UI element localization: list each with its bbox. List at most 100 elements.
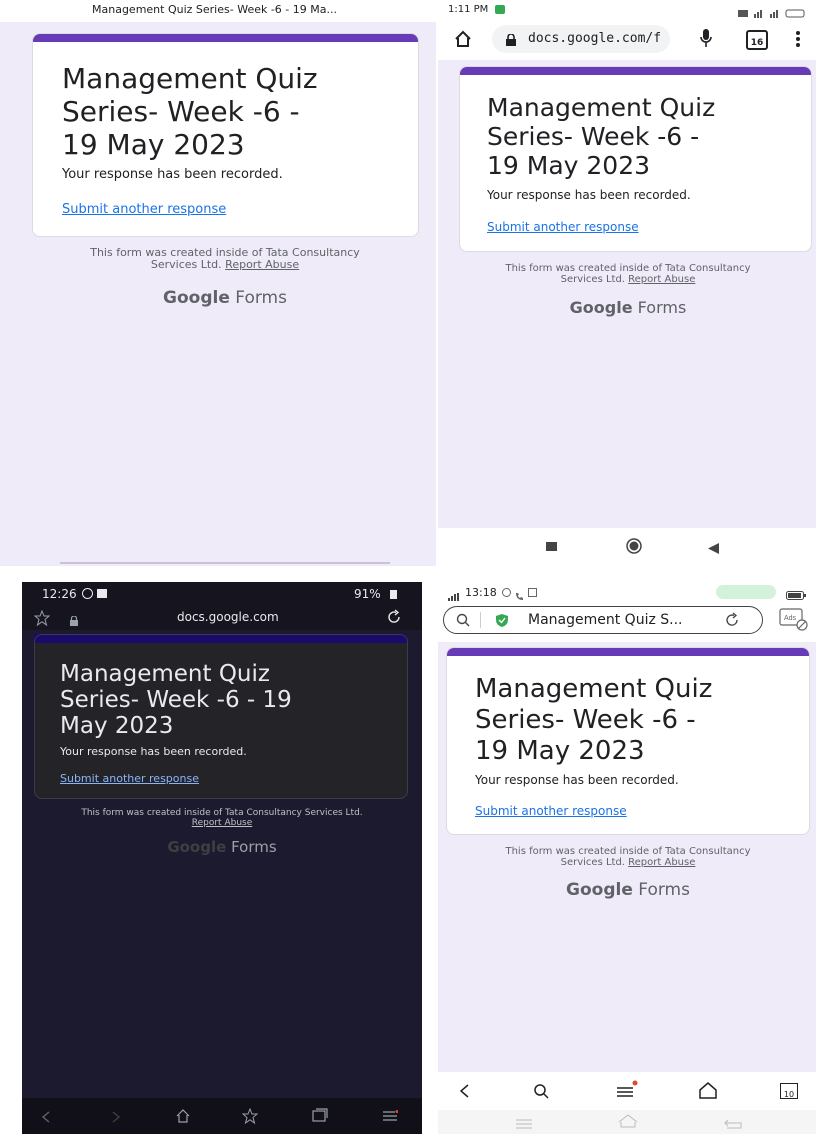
reload-icon[interactable] — [386, 609, 402, 625]
status-time: 13:18 — [465, 586, 497, 599]
status-time: 1:11 PM — [448, 4, 489, 15]
logo-forms: Forms — [637, 298, 687, 317]
submit-another-link[interactable]: Submit another response — [475, 804, 627, 818]
status-bar: 1:11 PM — [438, 0, 816, 20]
lock-icon — [506, 33, 516, 46]
status-bar: 13:18 — [438, 582, 816, 602]
adblock-icon[interactable]: Ads — [779, 608, 809, 632]
response-recorded-text: Your response has been recorded. — [62, 167, 283, 182]
image-icon — [97, 589, 107, 598]
menu-icon[interactable] — [382, 1109, 399, 1121]
browser-bottom-bar — [22, 1098, 422, 1134]
response-recorded-text: Your response has been recorded. — [487, 188, 691, 202]
tabs-icon[interactable]: 16 — [746, 30, 768, 50]
search-icon[interactable] — [456, 613, 470, 627]
report-abuse-link[interactable]: Report Abuse — [192, 818, 253, 828]
footer-line-2-text: Services Ltd. — [560, 857, 629, 868]
logo-forms: Forms — [638, 880, 690, 900]
tab-title-text[interactable]: Management Quiz S... — [528, 612, 683, 628]
home-icon[interactable] — [175, 1108, 191, 1124]
form-card: Management Quiz Series- Week -6 - 19 May… — [446, 647, 810, 835]
form-title-line-2: Series- Week -6 - — [62, 95, 300, 128]
form-footer-note: This form was created inside of Tata Con… — [468, 263, 788, 285]
form-card: Management Quiz Series- Week -6 - 19 May… — [34, 634, 408, 799]
submit-another-link[interactable]: Submit another response — [60, 772, 199, 785]
form-title-line-1: Management Quiz — [60, 661, 270, 687]
status-time: 12:26 — [42, 587, 77, 601]
submit-another-link[interactable]: Submit another response — [62, 202, 226, 217]
screenshot-bottom-right: 13:18 Management Quiz S... Ads Managemen… — [438, 582, 816, 1134]
tab-title-bar: Management Quiz Series- Week -6 - 19 Ma.… — [0, 0, 436, 22]
tabs-icon[interactable] — [312, 1108, 328, 1122]
tab-count: 16 — [750, 38, 764, 48]
back-icon[interactable] — [459, 1084, 469, 1098]
star-icon[interactable] — [33, 609, 51, 627]
form-title-line-3: 19 May 2023 — [475, 736, 645, 766]
battery-level: 91% — [354, 587, 381, 601]
url-divider — [480, 612, 481, 628]
battery-icon — [390, 590, 397, 599]
recents-icon[interactable] — [516, 1116, 532, 1129]
footer-line-1: This form was created inside of Tata Con… — [505, 263, 751, 274]
reload-icon[interactable] — [724, 612, 740, 628]
logo-google: Google — [163, 288, 230, 308]
tab-count: 10 — [783, 1090, 795, 1099]
form-title-line-1: Management Quiz — [487, 93, 716, 122]
more-icon[interactable] — [796, 30, 800, 48]
footer-line-1: This form was created inside of Tata Con… — [81, 808, 363, 818]
report-abuse-link[interactable]: Report Abuse — [628, 857, 695, 868]
status-bar: 12:26 91% — [22, 582, 422, 606]
form-title-line-2: Series- Week -6 - — [487, 122, 700, 151]
network-icon — [448, 588, 462, 601]
footer-line-2-text: Services Ltd. — [150, 258, 226, 271]
google-forms-logo: Google Forms — [32, 838, 412, 856]
tabs-icon[interactable]: 10 — [780, 1083, 798, 1099]
url-text[interactable]: docs.google.com/f — [528, 31, 661, 46]
form-title-line-3: May 2023 — [60, 713, 174, 739]
signal-icons — [738, 5, 808, 18]
browser-bottom-bar: 10 — [438, 1072, 816, 1110]
home-circle-icon[interactable] — [626, 538, 642, 554]
form-footer-note: This form was created inside of Tata Con… — [40, 247, 410, 271]
forward-icon[interactable] — [112, 1110, 121, 1123]
form-accent-bar — [33, 34, 418, 42]
screenshot-top-left: Management Quiz Series- Week -6 - 19 Ma.… — [0, 0, 436, 566]
image-icon — [528, 588, 537, 597]
menu-icon[interactable] — [616, 1080, 638, 1100]
url-text[interactable]: docs.google.com — [177, 610, 279, 624]
screenshot-top-right: 1:11 PM docs.google.com/f 16 Management … — [438, 0, 816, 566]
google-forms-logo: Google Forms — [458, 880, 798, 900]
logo-forms: Forms — [235, 288, 287, 308]
footer-line-2: Services Ltd. Report Abuse — [458, 857, 798, 868]
back-icon[interactable] — [708, 541, 719, 554]
form-card: Management Quiz Series- Week -6 - 19 May… — [459, 66, 812, 252]
form-footer-note: This form was created inside of Tata Con… — [32, 808, 412, 828]
back-icon[interactable] — [724, 1116, 742, 1129]
response-recorded-text: Your response has been recorded. — [475, 773, 679, 787]
url-bar[interactable]: docs.google.com/f — [492, 25, 670, 53]
tab-title[interactable]: Management Quiz Series- Week -6 - 19 Ma.… — [92, 3, 337, 16]
mic-icon[interactable] — [700, 29, 712, 49]
shield-icon — [496, 614, 508, 627]
google-forms-logo: Google Forms — [40, 288, 410, 308]
home-icon[interactable] — [454, 30, 472, 48]
form-title-line-2: Series- Week -6 - 19 — [60, 687, 292, 713]
back-icon[interactable] — [41, 1110, 50, 1123]
report-abuse-link[interactable]: Report Abuse — [225, 258, 299, 271]
whatsapp-icon — [82, 588, 93, 599]
notification-icon — [495, 5, 505, 14]
screenshot-bottom-left: 12:26 91% docs.google.com Management Qui… — [22, 582, 422, 1134]
bookmarks-icon[interactable] — [241, 1107, 259, 1125]
browser-toolbar: Management Quiz S... Ads — [438, 602, 816, 642]
form-title-line-3: 19 May 2023 — [487, 151, 651, 180]
submit-another-link[interactable]: Submit another response — [487, 220, 639, 234]
form-accent-bar-inner — [35, 635, 407, 643]
logo-forms: Forms — [231, 838, 277, 856]
home-icon[interactable] — [699, 1082, 717, 1099]
url-bar[interactable]: Management Quiz S... — [443, 606, 763, 634]
search-icon[interactable] — [533, 1083, 549, 1099]
android-nav-bar — [438, 1110, 816, 1134]
report-abuse-link[interactable]: Report Abuse — [628, 274, 695, 285]
home-icon[interactable] — [618, 1114, 638, 1128]
recents-icon[interactable] — [546, 542, 557, 551]
